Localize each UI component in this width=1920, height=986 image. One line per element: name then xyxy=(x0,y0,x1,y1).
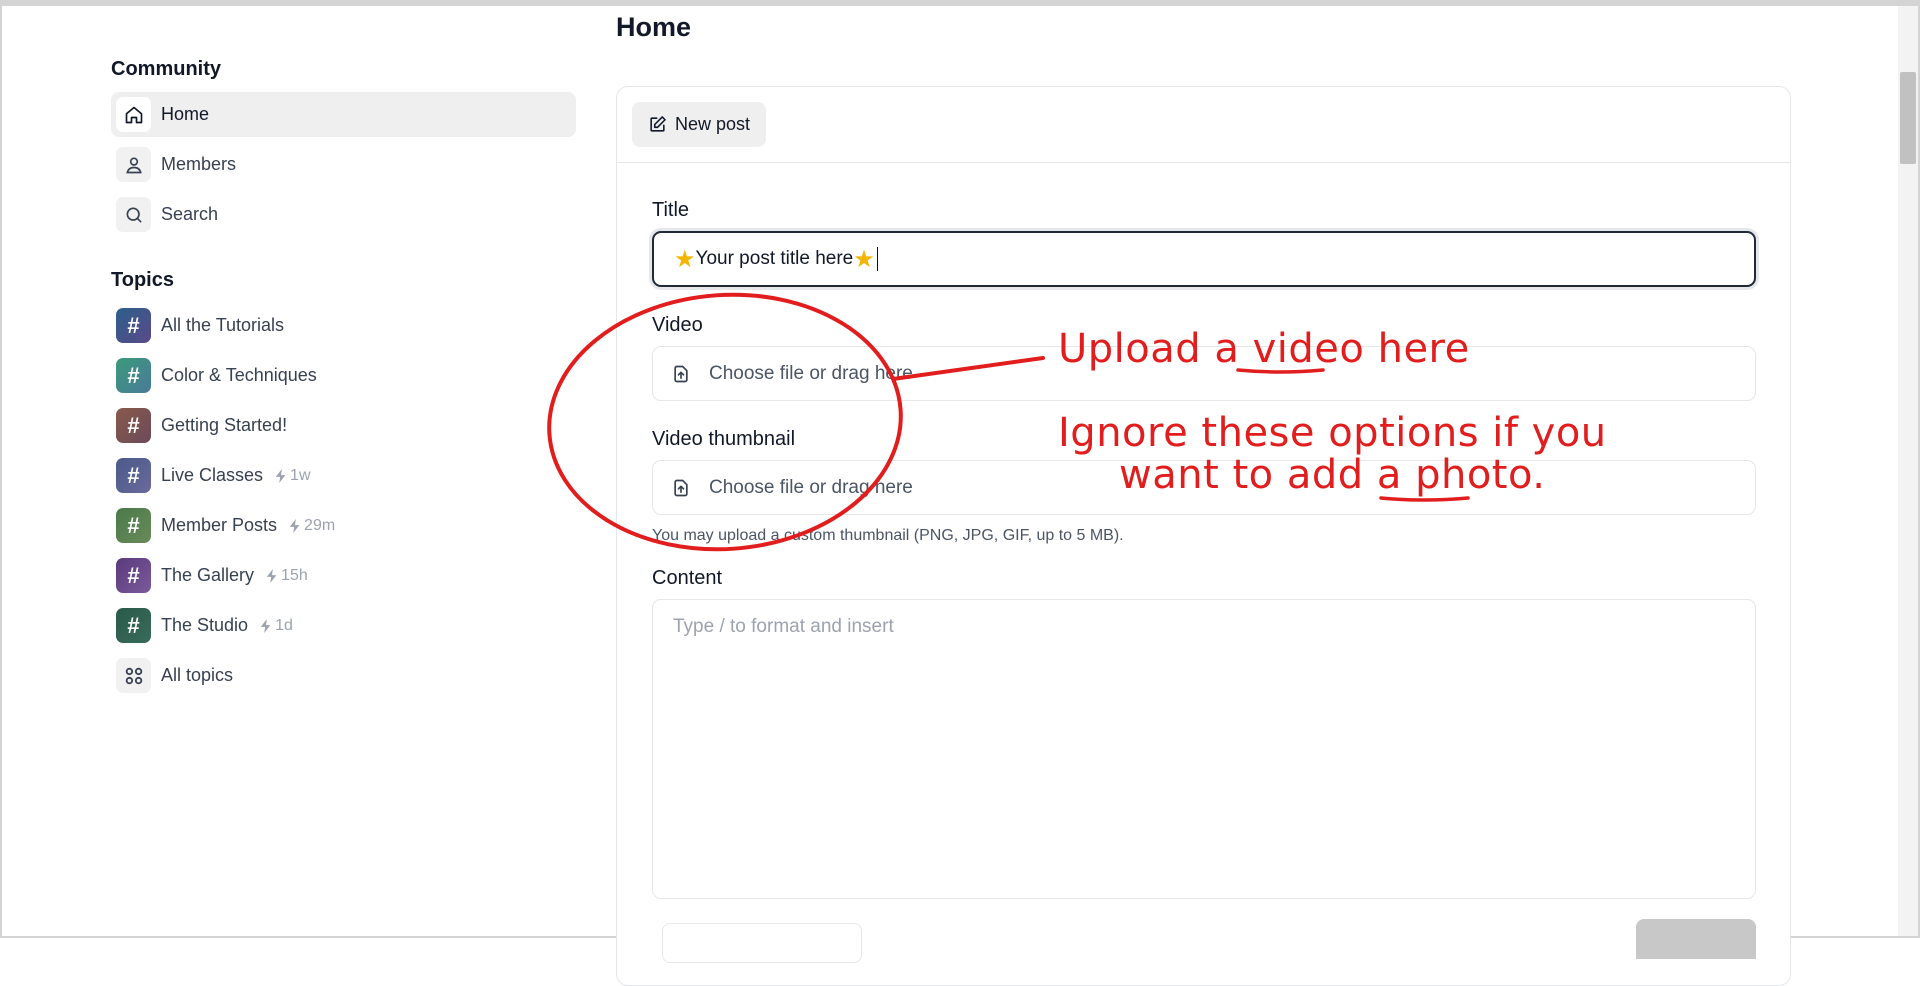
user-icon xyxy=(116,147,151,182)
scrollbar-thumb[interactable] xyxy=(1900,72,1916,164)
sidebar-topic-label: The Gallery xyxy=(161,565,255,585)
sidebar-topic-item[interactable]: # Live Classes 1w xyxy=(111,453,576,498)
sidebar-topic-item[interactable]: # Color & Techniques xyxy=(111,353,576,398)
annotation-ignore-line1: Ignore these options if you xyxy=(1058,410,1607,456)
topic-activity-time: 1d xyxy=(275,616,293,634)
post-form: Title ★ Your post title here ★ Video Cho… xyxy=(652,199,1756,899)
star-icon: ★ xyxy=(674,245,696,273)
new-post-button[interactable]: New post xyxy=(632,102,767,147)
hash-icon: # xyxy=(116,558,151,593)
sidebar-topic-item[interactable]: # The Gallery 15h xyxy=(111,553,576,598)
sidebar-item-all-topics[interactable]: All topics xyxy=(111,653,576,698)
file-upload-icon xyxy=(674,479,688,496)
topic-activity: 15h xyxy=(266,567,308,585)
sidebar-item-search[interactable]: Search xyxy=(111,192,576,237)
sidebar: Community Home Members Search Topics # Al… xyxy=(111,58,576,703)
sidebar-topic-item[interactable]: # The Studio 1d xyxy=(111,603,576,648)
video-placeholder: Choose file or drag here xyxy=(709,362,913,384)
hash-icon: # xyxy=(116,408,151,443)
hash-icon: # xyxy=(116,358,151,393)
sidebar-topic-label: Getting Started! xyxy=(161,415,288,435)
grid-icon xyxy=(116,658,151,693)
sidebar-topic-label: Member Posts xyxy=(161,515,278,535)
sidebar-topic-label: The Studio xyxy=(161,615,249,635)
submit-button[interactable] xyxy=(1636,919,1756,959)
sidebar-topic-label: Color & Techniques xyxy=(161,365,317,385)
title-input[interactable]: ★ Your post title here ★ xyxy=(652,231,1756,287)
scrollbar[interactable] xyxy=(1898,6,1918,936)
sidebar-item-label: All topics xyxy=(161,665,234,685)
sidebar-topic-label: All the Tutorials xyxy=(161,315,285,335)
sidebar-item-members[interactable]: Members xyxy=(111,142,576,187)
hash-icon: # xyxy=(116,508,151,543)
topic-activity: 1d xyxy=(260,617,293,635)
annotation-upload-note: Upload a video here xyxy=(1058,326,1470,372)
content-label: Content xyxy=(652,567,723,589)
edit-icon xyxy=(650,116,666,132)
bolt-icon xyxy=(266,568,277,583)
hash-icon: # xyxy=(116,458,151,493)
content-placeholder: Type / to format and insert xyxy=(673,616,894,637)
file-upload-icon xyxy=(674,365,688,382)
topic-activity-time: 15h xyxy=(281,566,308,584)
thumbnail-hint: You may upload a custom thumbnail (PNG, … xyxy=(652,527,1124,544)
topic-activity-time: 1w xyxy=(290,466,311,484)
sidebar-item-home[interactable]: Home xyxy=(111,92,576,137)
topic-activity: 1w xyxy=(275,466,311,485)
bolt-icon xyxy=(260,618,271,633)
text-caret xyxy=(876,247,878,271)
sidebar-topic-item[interactable]: # All the Tutorials xyxy=(111,303,576,348)
community-heading: Community xyxy=(111,58,221,80)
title-label: Title xyxy=(652,199,690,221)
new-post-label: New post xyxy=(675,114,751,134)
topics-list: # All the Tutorials # Color & Techniques # Ge… xyxy=(111,303,576,648)
search-icon xyxy=(116,197,151,232)
sidebar-item-label: Search xyxy=(161,204,219,224)
content-editor[interactable]: Type / to format and insert xyxy=(652,599,1756,899)
topic-activity: 29m xyxy=(289,517,335,535)
thumbnail-placeholder: Choose file or drag here xyxy=(709,476,913,498)
home-icon xyxy=(116,97,151,132)
page-title: Home xyxy=(616,12,692,42)
sidebar-item-label: Home xyxy=(161,104,210,124)
bolt-icon xyxy=(275,468,286,483)
star-icon: ★ xyxy=(853,245,875,273)
sidebar-item-label: Members xyxy=(161,154,237,174)
hash-icon: # xyxy=(116,608,151,643)
annotation-ignore-line2: want to add a photo. xyxy=(1119,452,1546,498)
composer-card: New post Title ★ Your post title here ★ … xyxy=(616,86,1791,986)
sidebar-topic-item[interactable]: # Member Posts 29m xyxy=(111,503,576,548)
title-value: Your post title here xyxy=(695,248,854,269)
sidebar-topic-item[interactable]: # Getting Started! xyxy=(111,403,576,448)
sidebar-topic-label: Live Classes xyxy=(161,465,264,485)
composer-header: New post xyxy=(617,87,1790,163)
topic-activity-time: 29m xyxy=(304,516,336,534)
topics-heading: Topics xyxy=(111,269,174,291)
secondary-button[interactable] xyxy=(662,923,862,963)
bolt-icon xyxy=(289,518,300,533)
hash-icon: # xyxy=(116,308,151,343)
